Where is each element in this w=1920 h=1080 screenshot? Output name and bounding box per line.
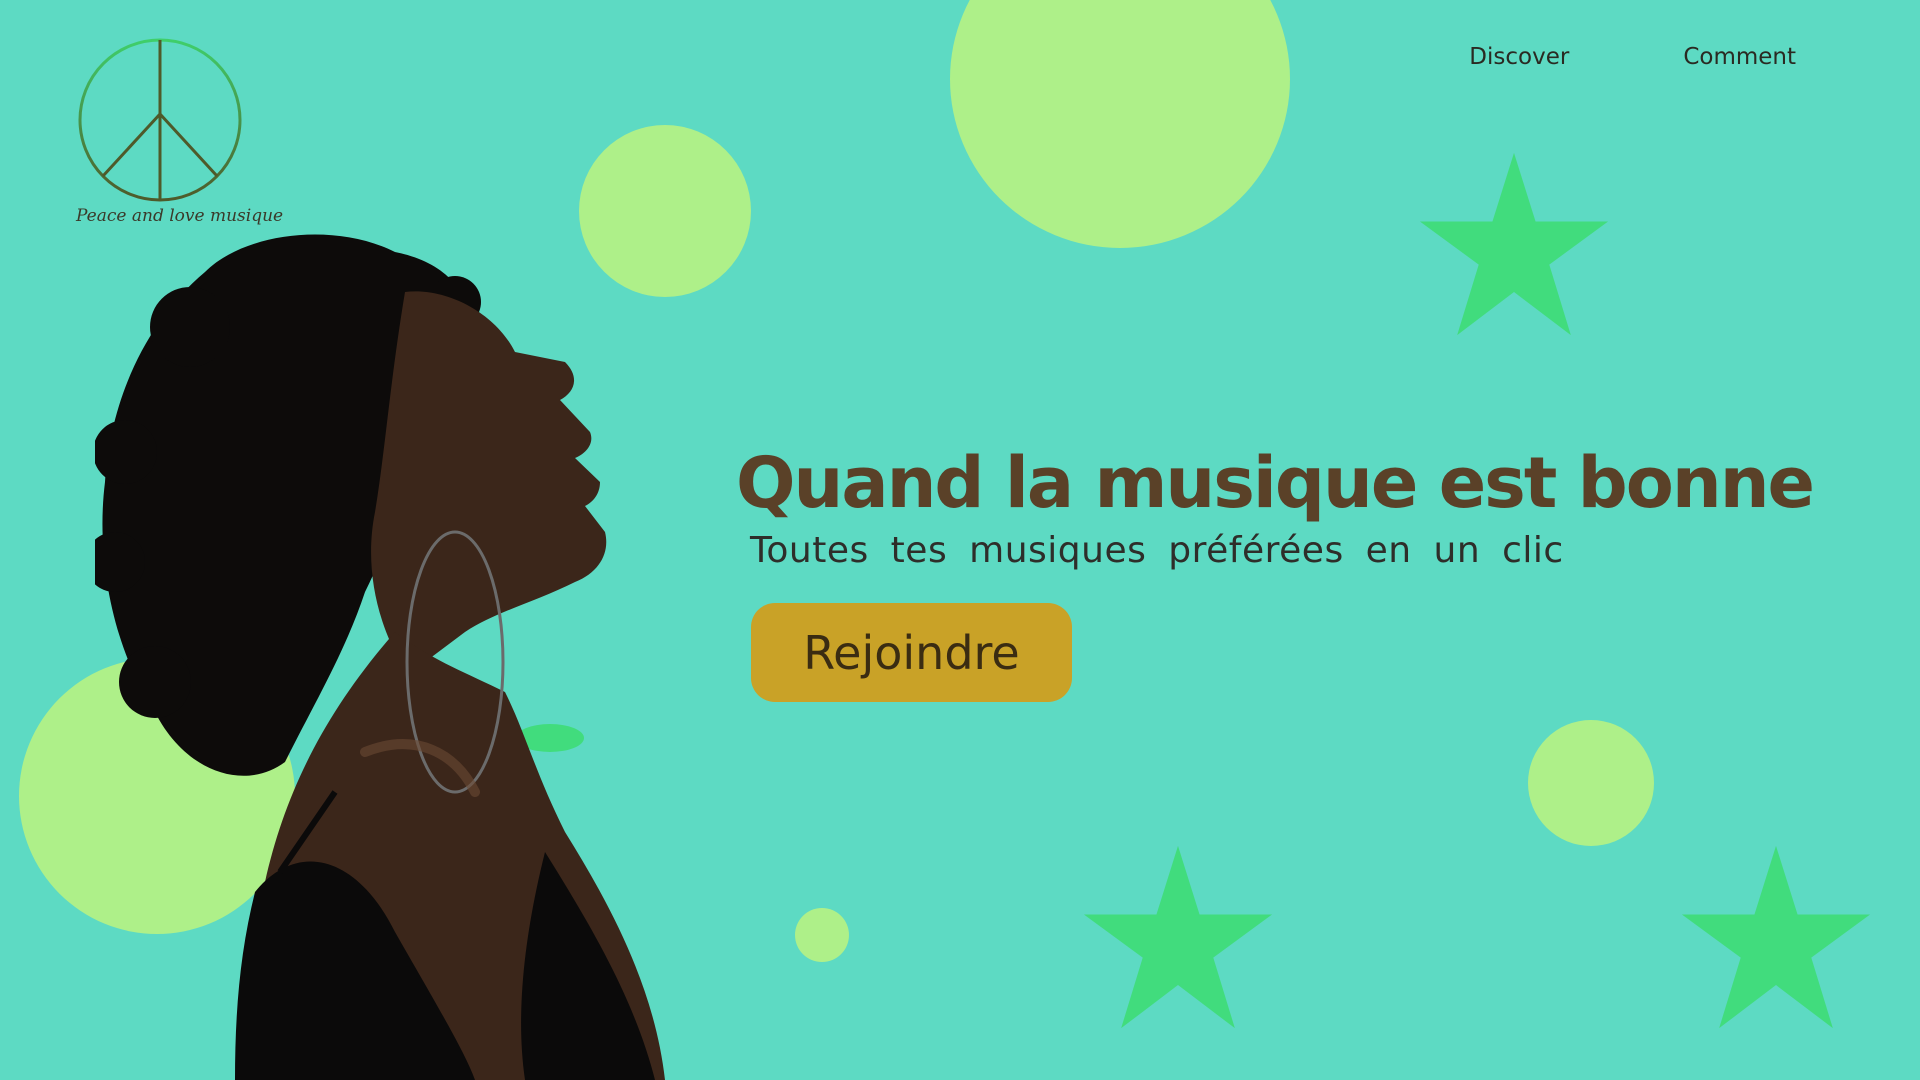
landing-page: Peace and love musique Discover Comment … bbox=[0, 0, 1920, 1080]
decor-circle-small bbox=[795, 908, 849, 962]
brand-logo[interactable]: Peace and love musique bbox=[76, 36, 284, 226]
star-icon bbox=[1083, 845, 1273, 1029]
star-icon bbox=[1419, 152, 1609, 336]
nav-link-discover[interactable]: Discover bbox=[1469, 44, 1569, 70]
hero-title: Quand la musique est bonne bbox=[736, 442, 1815, 524]
logo-text: Peace and love musique bbox=[76, 206, 284, 226]
decor-circle-large-top bbox=[950, 0, 1290, 248]
top-nav: Discover Comment bbox=[1469, 44, 1796, 70]
decor-circle-right bbox=[1528, 720, 1654, 846]
star-icon bbox=[1681, 845, 1871, 1029]
nav-link-comment[interactable]: Comment bbox=[1683, 44, 1796, 70]
peace-sign-icon bbox=[78, 38, 242, 202]
woman-profile-photo bbox=[95, 234, 665, 1080]
join-button[interactable]: Rejoindre bbox=[751, 603, 1072, 702]
hero-subtitle: Toutes tes musiques préférées en un clic bbox=[750, 530, 1564, 571]
